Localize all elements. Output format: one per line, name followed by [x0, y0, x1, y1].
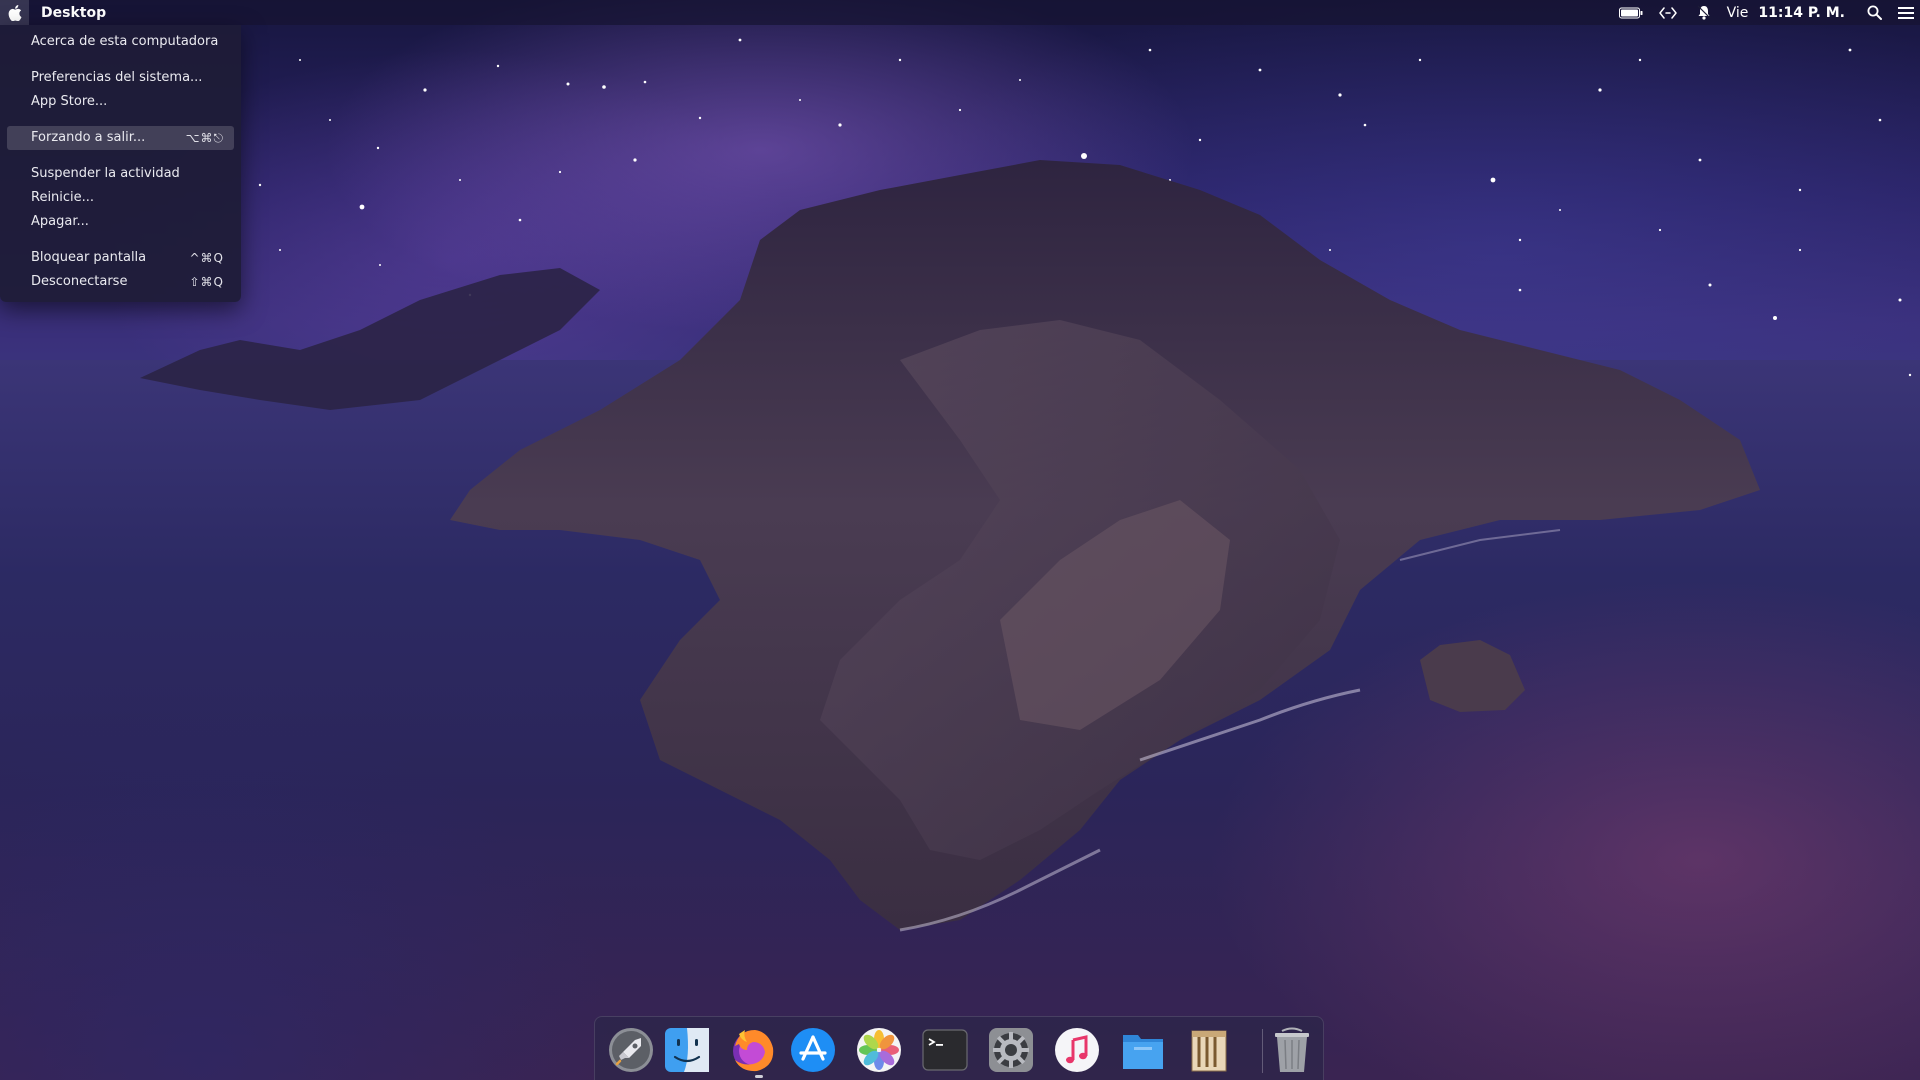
island	[140, 160, 1760, 932]
apple-logo-icon	[8, 4, 21, 21]
battery-icon[interactable]	[1618, 7, 1643, 19]
menu-item-force-quit[interactable]: Forzando a salir... ⌥⌘⎋	[7, 126, 234, 150]
trash-icon[interactable]	[1267, 1025, 1317, 1075]
menu-separator	[0, 54, 241, 66]
menu-item-lock-screen[interactable]: Bloquear pantalla ^⌘Q	[7, 246, 234, 270]
menubar-day[interactable]: Vie	[1727, 5, 1749, 21]
menu-item-log-out[interactable]: Desconectarse ⇧⌘Q	[7, 270, 234, 294]
launchpad-icon[interactable]	[606, 1025, 656, 1075]
music-icon[interactable]	[1052, 1025, 1102, 1075]
terminal-icon[interactable]	[920, 1025, 970, 1075]
notification-bell-icon[interactable]	[1697, 5, 1711, 20]
dock	[594, 1016, 1324, 1080]
desktop-wallpaper	[0, 0, 1920, 1080]
dock-separator	[1262, 1029, 1263, 1073]
photos-icon[interactable]	[854, 1025, 904, 1075]
apple-menu-button[interactable]	[0, 0, 29, 25]
firefox-icon[interactable]	[728, 1025, 778, 1075]
menu-item-shut-down[interactable]: Apagar...	[7, 210, 234, 234]
menu-bar: Desktop Vie 11:14 P. M.	[0, 0, 1920, 25]
spotlight-search-icon[interactable]	[1867, 5, 1882, 20]
notification-center-icon[interactable]	[1898, 6, 1914, 20]
system-preferences-icon[interactable]	[986, 1025, 1036, 1075]
menu-item-about[interactable]: Acerca de esta computadora	[7, 30, 234, 54]
menu-separator	[0, 234, 241, 246]
finder-icon[interactable]	[662, 1025, 712, 1075]
archive-icon[interactable]	[1184, 1025, 1234, 1075]
menu-separator	[0, 150, 241, 162]
code-arrows-icon[interactable]	[1658, 6, 1677, 19]
apple-menu-dropdown: Acerca de esta computadora Preferencias …	[0, 25, 241, 302]
menu-item-app-store[interactable]: App Store...	[7, 90, 234, 114]
files-icon[interactable]	[1118, 1025, 1168, 1075]
force-quit-shortcut: ⌥⌘⎋	[185, 131, 224, 145]
active-app-name[interactable]: Desktop	[41, 5, 106, 21]
menu-separator	[0, 114, 241, 126]
menu-item-restart[interactable]: Reinicie...	[7, 186, 234, 210]
lock-screen-shortcut: ^⌘Q	[189, 251, 224, 265]
log-out-shortcut: ⇧⌘Q	[189, 275, 224, 289]
menubar-clock[interactable]: 11:14 P. M.	[1758, 5, 1845, 21]
menu-item-system-preferences[interactable]: Preferencias del sistema...	[7, 66, 234, 90]
app-store-icon[interactable]	[788, 1025, 838, 1075]
menu-item-sleep[interactable]: Suspender la actividad	[7, 162, 234, 186]
firefox-running-indicator	[755, 1075, 763, 1078]
